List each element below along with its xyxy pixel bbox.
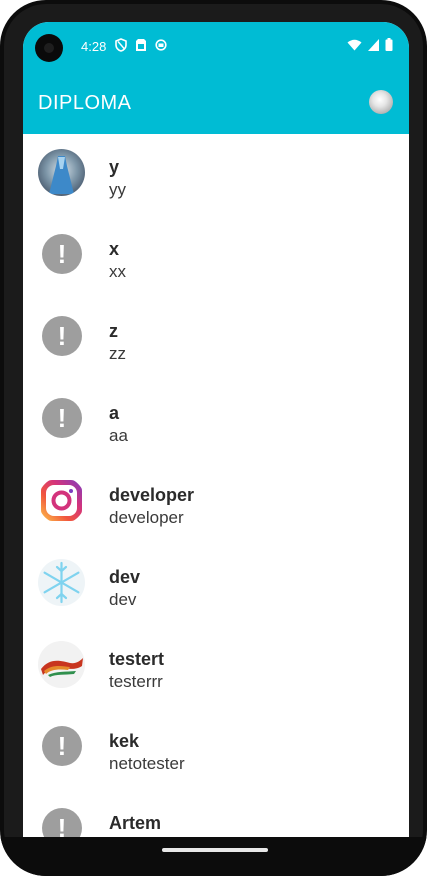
item-name: kek <box>109 731 140 751</box>
item-subtitle: netotester <box>109 754 185 773</box>
list-item[interactable]: y yy <box>23 134 409 216</box>
item-subtitle: xx <box>109 262 126 281</box>
item-subtitle: aa <box>109 426 128 445</box>
list-item[interactable]: dev dev <box>23 544 409 626</box>
item-name: Artem <box>109 813 162 833</box>
item-subtitle: yy <box>109 180 126 199</box>
status-bar: 4:28 <box>23 22 409 74</box>
alert-icon: ! <box>42 234 82 274</box>
sync-icon <box>155 38 167 52</box>
user-list[interactable]: y yy ! x xx ! z zz ! a aa developer deve… <box>23 134 409 837</box>
status-time: 4:28 <box>81 39 107 54</box>
shield-icon <box>115 38 127 52</box>
alert-icon: ! <box>42 316 82 356</box>
item-name: dev <box>109 567 141 587</box>
list-item[interactable]: developer developer <box>23 462 409 544</box>
item-subtitle: testerrr <box>109 672 163 691</box>
alert-icon: ! <box>42 398 82 438</box>
signal-icon <box>368 38 379 56</box>
profile-avatar[interactable] <box>369 90 393 114</box>
list-item[interactable]: testert testerrr <box>23 626 409 708</box>
item-name: testert <box>109 649 165 669</box>
item-name: z <box>109 321 118 341</box>
app-screen: 4:28 DIPLOMA y yy ! x xx ! z zz ! a aa d… <box>23 22 409 837</box>
home-gesture-handle[interactable] <box>162 848 268 852</box>
list-item[interactable]: ! z zz <box>23 298 409 380</box>
item-subtitle: zz <box>109 344 126 363</box>
status-left-icons <box>115 38 167 52</box>
instagram-logo-icon <box>38 477 85 524</box>
front-camera <box>35 34 63 62</box>
sim-card-icon <box>135 38 147 52</box>
ribbon-icon <box>38 641 85 688</box>
snowflake-icon <box>38 559 85 606</box>
list-item[interactable]: ! a aa <box>23 380 409 462</box>
item-subtitle: developer <box>109 508 184 527</box>
battery-icon <box>385 38 393 56</box>
dress-photo-avatar <box>38 149 85 196</box>
alert-icon: ! <box>42 808 82 837</box>
app-title: DIPLOMA <box>38 92 132 114</box>
list-item[interactable]: ! Artem <box>23 790 409 837</box>
navigation-bar <box>0 837 427 876</box>
phone-device: 4:28 DIPLOMA y yy ! x xx ! z zz ! a aa d… <box>0 0 427 876</box>
app-bar: DIPLOMA <box>23 74 409 134</box>
list-item[interactable]: ! kek netotester <box>23 708 409 790</box>
item-name: developer <box>109 485 195 505</box>
alert-icon: ! <box>42 726 82 766</box>
item-name: a <box>109 403 120 423</box>
list-item[interactable]: ! x xx <box>23 216 409 298</box>
item-subtitle: dev <box>109 590 137 609</box>
wifi-icon <box>347 38 362 56</box>
status-right-icons <box>347 38 393 56</box>
item-name: y <box>109 157 120 177</box>
item-name: x <box>109 239 120 259</box>
